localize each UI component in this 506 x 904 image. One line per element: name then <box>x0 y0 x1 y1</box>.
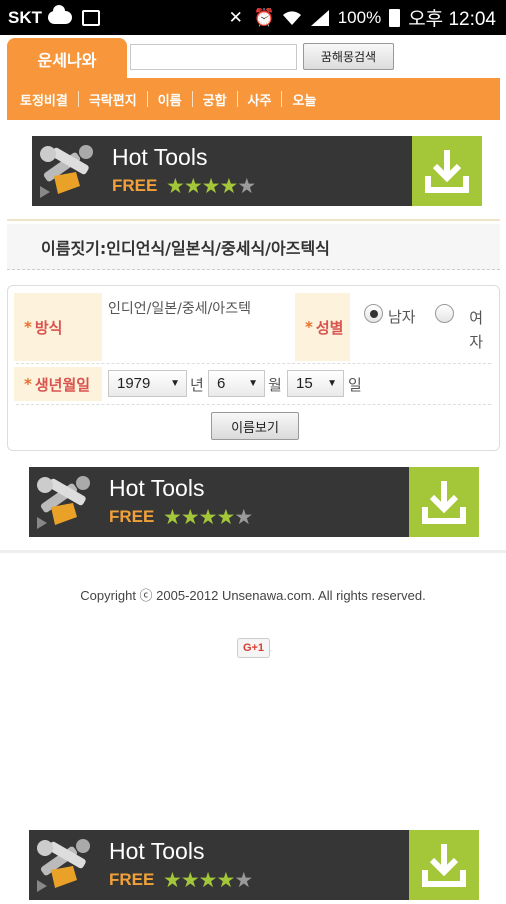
row-divider <box>16 404 491 405</box>
star-empty-icon: ★ <box>237 174 256 198</box>
month-select[interactable]: 6 ▼ <box>208 370 265 397</box>
required-mark: * <box>24 375 32 393</box>
wifi-icon <box>282 9 302 27</box>
star-empty-icon: ★ <box>234 868 253 892</box>
ad-rating: ★★★★★ <box>166 174 256 198</box>
star-empty-icon: ★ <box>234 505 253 529</box>
birth-label: * 생년월일 <box>14 367 102 401</box>
ad-free-label: FREE <box>109 870 155 889</box>
alarm-icon: ⏰ <box>253 7 275 27</box>
ad-free-label: FREE <box>112 176 158 195</box>
main-nav: 토정비결 극락편지 이름 궁합 사주 오늘 <box>7 78 500 120</box>
nav-item-today[interactable]: 오늘 <box>292 90 316 109</box>
gender-male-label: 남자 <box>388 308 416 326</box>
tools-icon <box>40 145 93 198</box>
ad-free-label: FREE <box>109 507 155 526</box>
google-plus-button[interactable]: G+1 <box>237 638 270 658</box>
ad-banner-bottom[interactable]: Hot Tools FREE ★★★★★ <box>29 830 479 900</box>
nav-separator <box>281 91 283 107</box>
gender-label: * 성별 <box>295 293 350 361</box>
download-icon[interactable] <box>412 136 482 206</box>
chevron-down-icon: ▼ <box>248 378 258 389</box>
download-icon[interactable] <box>409 467 479 537</box>
nav-item-saju[interactable]: 사주 <box>248 90 272 109</box>
battery-percent: 100% <box>337 7 382 27</box>
ad-title: Hot Tools <box>112 144 208 170</box>
nav-item-compat[interactable]: 궁합 <box>203 90 227 109</box>
month-unit: 월 <box>268 376 282 394</box>
ad-title: Hot Tools <box>109 475 205 501</box>
day-select[interactable]: 15 ▼ <box>287 370 344 397</box>
footer-divider <box>0 550 506 553</box>
search-input[interactable] <box>130 44 297 70</box>
gallery-icon <box>82 9 100 26</box>
year-select[interactable]: 1979 ▼ <box>108 370 187 397</box>
ad-rating: ★★★★★ <box>163 505 253 529</box>
tools-icon <box>37 839 90 892</box>
nav-separator <box>77 91 79 107</box>
nav-separator <box>146 91 148 107</box>
cloud-icon <box>48 5 72 24</box>
tools-icon <box>37 476 90 529</box>
chevron-down-icon: ▼ <box>327 378 337 389</box>
section-divider <box>7 219 500 221</box>
mute-icon: ✕ <box>228 7 243 27</box>
ad-rating: ★★★★★ <box>163 868 253 892</box>
nav-separator <box>236 91 238 107</box>
copyright-text: Copyright ⓒ 2005-2012 Unsenawa.com. All … <box>80 588 426 603</box>
method-value: 인디언/일본/중세/아즈텍 <box>108 301 251 317</box>
name-form: * 방식 인디언/일본/중세/아즈텍 * 성별 남자 여자 * 생년월일 1979 ▼ … <box>7 285 500 451</box>
ad-banner-middle[interactable]: Hot Tools FREE ★★★★★ <box>29 467 479 537</box>
method-label: * 방식 <box>14 293 102 361</box>
gender-female-radio[interactable] <box>435 304 454 323</box>
submit-button[interactable]: 이름보기 <box>211 412 299 440</box>
nav-item-letter[interactable]: 극락편지 <box>89 90 137 109</box>
site-logo[interactable]: 운세나와 <box>7 38 127 80</box>
day-unit: 일 <box>348 376 362 394</box>
status-bar: SKT ✕ ⏰ 100% 오후 12:04 <box>0 0 506 35</box>
search-button[interactable]: 꿈해몽검색 <box>303 43 394 70</box>
required-mark: * <box>24 318 32 336</box>
required-mark: * <box>305 318 313 336</box>
nav-separator <box>191 91 193 107</box>
ad-title: Hot Tools <box>109 838 205 864</box>
carrier-label: SKT <box>8 7 42 27</box>
site-header: 운세나와 꿈해몽검색 <box>0 35 506 80</box>
star-filled-icons: ★★★★ <box>163 868 235 892</box>
battery-icon <box>389 8 401 27</box>
star-filled-icons: ★★★★ <box>163 505 235 529</box>
signal-icon <box>310 9 330 27</box>
nav-item-tojeong[interactable]: 토정비결 <box>20 90 68 109</box>
year-unit: 년 <box>190 376 204 394</box>
gender-male-radio[interactable] <box>364 304 383 323</box>
page-title: 이름짓기:인디언식/일본식/중세식/아즈텍식 <box>7 224 500 270</box>
row-divider <box>16 363 491 364</box>
chevron-down-icon: ▼ <box>170 378 180 389</box>
download-icon[interactable] <box>409 830 479 900</box>
ad-banner-top[interactable]: Hot Tools FREE ★★★★★ <box>32 136 482 206</box>
nav-item-name[interactable]: 이름 <box>158 90 182 109</box>
star-filled-icons: ★★★★ <box>166 174 238 198</box>
clock: 오후 12:04 <box>408 9 496 30</box>
